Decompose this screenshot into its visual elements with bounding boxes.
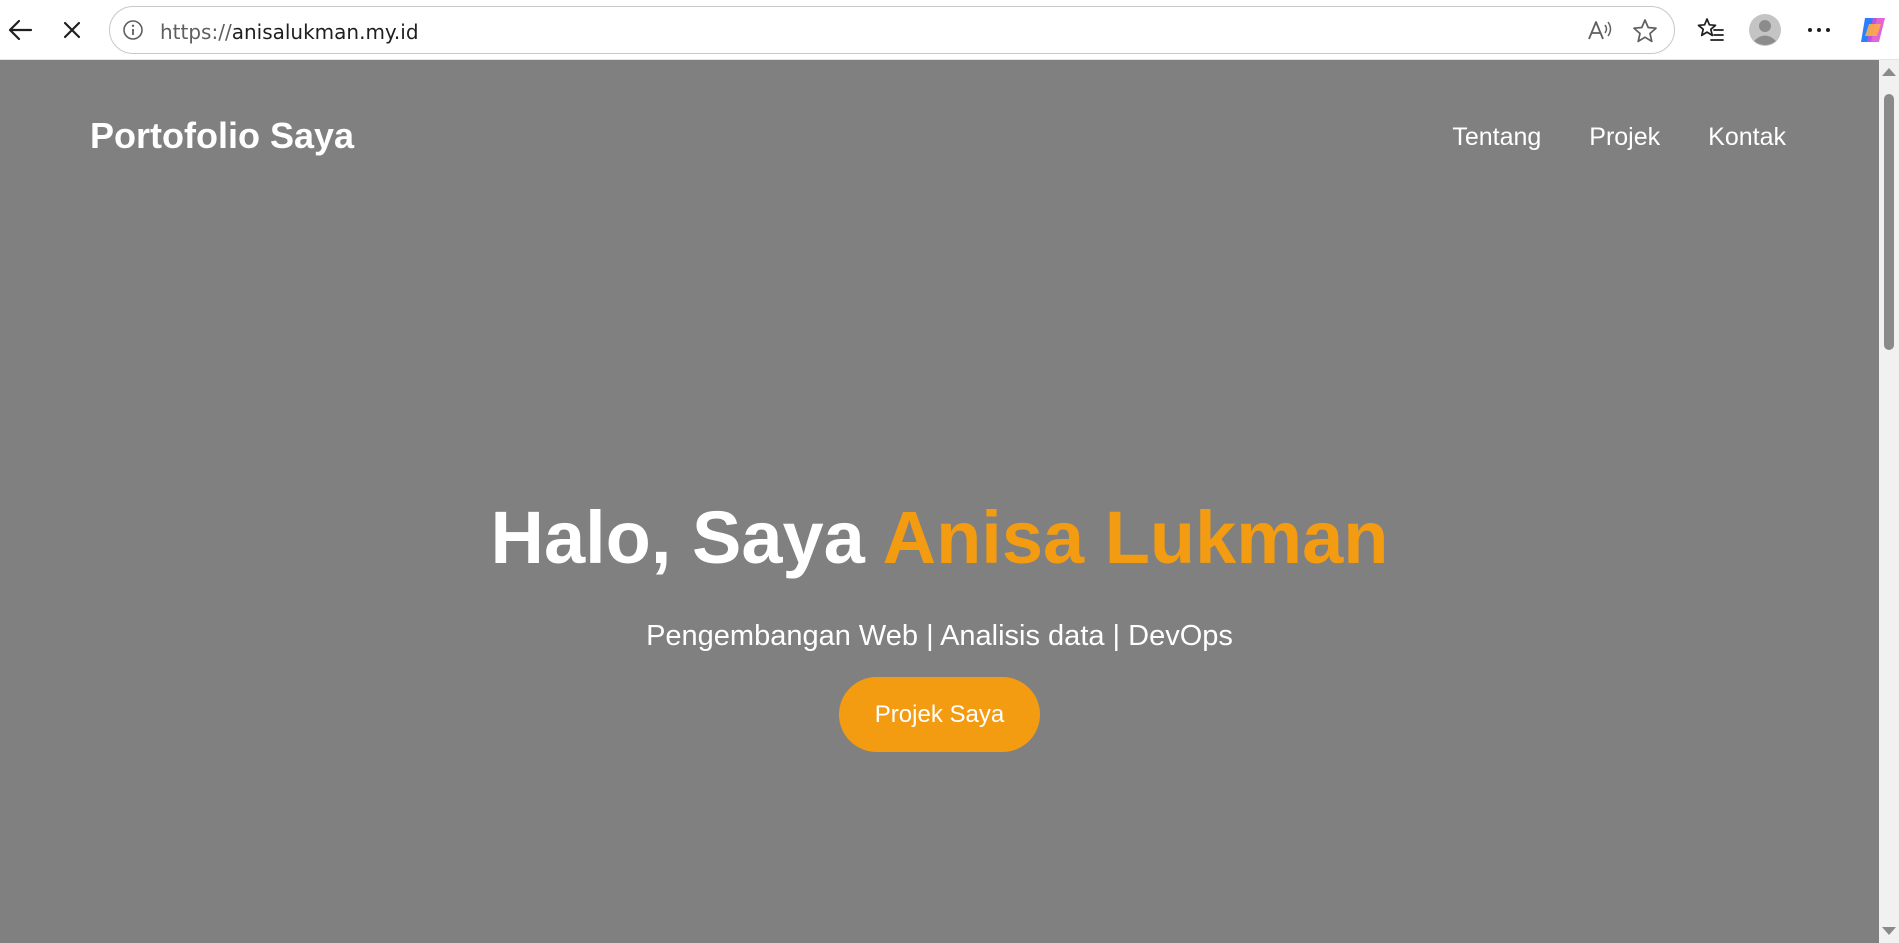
favorite-star-icon[interactable] xyxy=(1630,17,1660,45)
stop-loading-icon[interactable] xyxy=(52,10,92,50)
site-brand[interactable]: Portofolio Saya xyxy=(90,115,354,157)
profile-avatar-icon[interactable] xyxy=(1745,10,1785,50)
nav-link-tentang[interactable]: Tentang xyxy=(1452,123,1541,152)
url-text[interactable]: https://anisalukman.my.id xyxy=(160,20,419,44)
nav-link-kontak[interactable]: Kontak xyxy=(1708,123,1786,152)
back-arrow-icon[interactable] xyxy=(0,10,40,50)
url-protocol: https:// xyxy=(160,20,232,44)
hero-title-prefix: Halo, Saya xyxy=(490,496,883,579)
nav-link-projek[interactable]: Projek xyxy=(1589,123,1660,152)
hero-title: Halo, Saya Anisa Lukman xyxy=(0,495,1879,580)
hero-subtitle: Pengembangan Web | Analisis data | DevOp… xyxy=(646,620,1233,652)
page-viewport: Portofolio Saya Tentang Projek Kontak Ha… xyxy=(0,60,1879,943)
hero-section: Halo, Saya Anisa Lukman Pengembangan Web… xyxy=(0,495,1879,752)
scroll-down-arrow-icon[interactable] xyxy=(1882,927,1896,935)
vertical-scrollbar[interactable] xyxy=(1879,60,1899,943)
hero-title-name: Anisa Lukman xyxy=(882,496,1389,579)
more-options-icon[interactable] xyxy=(1799,10,1839,50)
browser-toolbar: https://anisalukman.my.id xyxy=(0,0,1899,60)
address-bar[interactable]: https://anisalukman.my.id xyxy=(109,6,1675,54)
read-aloud-icon[interactable] xyxy=(1586,18,1614,44)
site-info-icon[interactable] xyxy=(120,17,146,43)
site-nav: Tentang Projek Kontak xyxy=(1452,123,1786,152)
scrollbar-thumb[interactable] xyxy=(1884,94,1894,350)
scroll-up-arrow-icon[interactable] xyxy=(1882,68,1896,76)
site-header: Portofolio Saya Tentang Projek Kontak xyxy=(0,60,1879,210)
url-host: anisalukman.my.id xyxy=(231,20,419,44)
projects-button[interactable]: Projek Saya xyxy=(839,677,1040,752)
copilot-icon[interactable] xyxy=(1853,10,1893,50)
favorites-list-icon[interactable] xyxy=(1691,10,1731,50)
